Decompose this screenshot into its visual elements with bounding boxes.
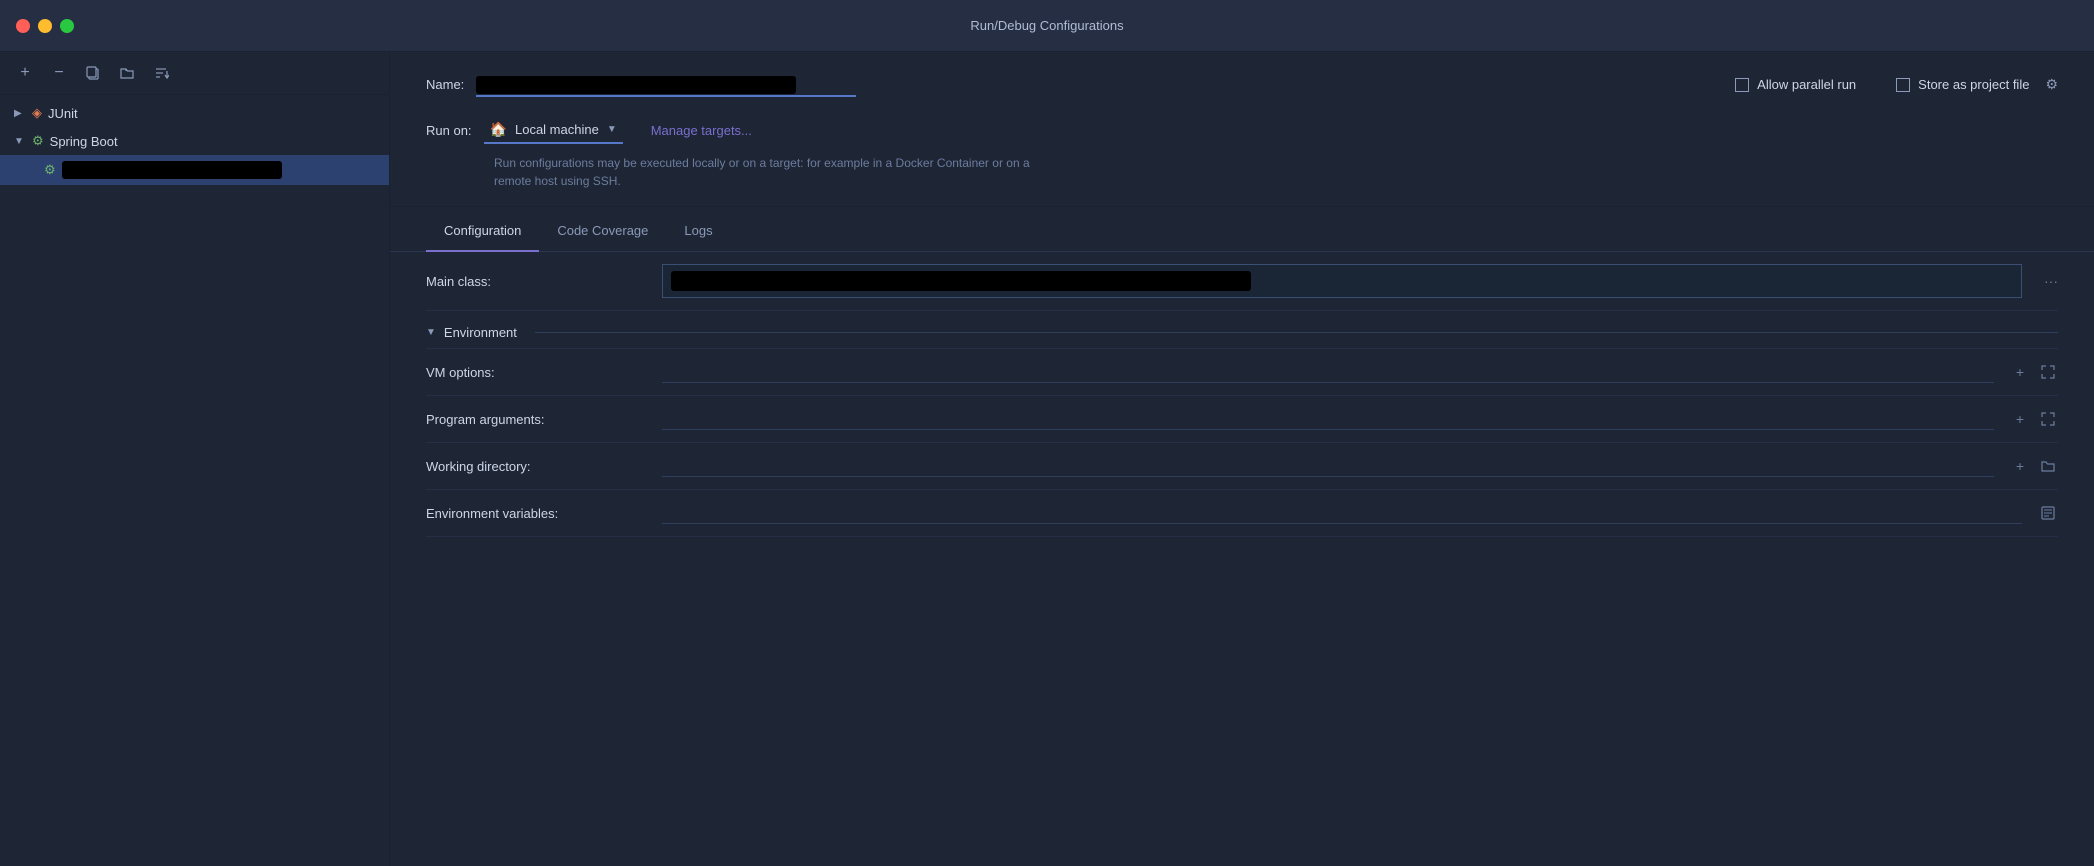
tree-label-springboot: Spring Boot [50, 134, 118, 149]
vm-options-label: VM options: [426, 365, 646, 380]
folder-browse-icon [2041, 459, 2055, 473]
tabs-bar: Configuration Code Coverage Logs [390, 211, 2094, 252]
run-on-hint: Run configurations may be executed local… [494, 154, 1054, 190]
working-dir-browse-button[interactable] [2038, 456, 2058, 476]
environment-section-header[interactable]: ▼ Environment [426, 311, 2058, 349]
house-icon: 🏠 [490, 121, 507, 138]
add-config-button[interactable]: + [14, 62, 36, 84]
name-redacted [476, 76, 796, 94]
name-right: Allow parallel run Store as project file… [1735, 76, 2058, 93]
program-args-expand-button[interactable] [2038, 409, 2058, 429]
env-vars-input[interactable] [662, 502, 2022, 524]
child-springboot-icon: ⚙ [44, 162, 56, 178]
run-on-left: Run on: 🏠 Local machine ▼ Manage targets… [426, 117, 752, 144]
environment-chevron-icon: ▼ [426, 327, 436, 338]
config-tree: ▶ ◈ JUnit ▼ ⚙ Spring Boot ⚙ [0, 95, 389, 866]
env-divider [535, 332, 2058, 333]
close-button[interactable] [16, 19, 30, 33]
main-container: + − [0, 52, 2094, 866]
store-as-project-checkbox[interactable] [1896, 78, 1910, 92]
run-on-dropdown[interactable]: 🏠 Local machine ▼ [484, 117, 623, 144]
springboot-icon: ⚙ [32, 133, 44, 149]
program-args-actions: + [2010, 409, 2058, 429]
junit-icon: ◈ [32, 105, 42, 121]
env-vars-actions [2038, 503, 2058, 523]
run-on-label: Run on: [426, 123, 472, 138]
store-as-project-checkbox-row[interactable]: Store as project file ⚙ [1896, 76, 2058, 93]
toolbar: + − [0, 52, 389, 95]
store-project-gear-icon[interactable]: ⚙ [2045, 76, 2058, 93]
program-args-label: Program arguments: [426, 412, 646, 427]
vm-options-input[interactable] [662, 361, 1994, 383]
allow-parallel-checkbox-row[interactable]: Allow parallel run [1735, 77, 1856, 92]
env-vars-row: Environment variables: [426, 490, 2058, 537]
working-dir-label: Working directory: [426, 459, 646, 474]
allow-parallel-checkbox[interactable] [1735, 78, 1749, 92]
config-content: Main class: ··· ▼ Environment VM options… [390, 252, 2094, 866]
tree-item-springboot-child[interactable]: ⚙ [0, 155, 389, 185]
sort-icon [153, 65, 169, 81]
run-on-row: Run on: 🏠 Local machine ▼ Manage targets… [426, 117, 2058, 144]
working-dir-input[interactable] [662, 455, 1994, 477]
tab-logs[interactable]: Logs [666, 211, 730, 252]
working-dir-actions: + [2010, 456, 2058, 476]
right-panel: Name: Allow parallel run Store as projec… [390, 52, 2094, 866]
vm-options-row: VM options: + [426, 349, 2058, 396]
title-bar: Run/Debug Configurations [0, 0, 2094, 52]
vm-options-add-button[interactable]: + [2010, 362, 2030, 382]
main-class-redacted [671, 271, 1251, 291]
store-as-project-label: Store as project file [1918, 77, 2029, 92]
sort-button[interactable] [150, 62, 172, 84]
expand-icon-2 [2041, 412, 2055, 426]
left-panel: + − [0, 52, 390, 866]
tree-item-junit[interactable]: ▶ ◈ JUnit [0, 99, 389, 127]
window-title: Run/Debug Configurations [970, 18, 1123, 33]
name-row: Name: Allow parallel run Store as projec… [426, 72, 2058, 97]
tree-item-springboot[interactable]: ▼ ⚙ Spring Boot [0, 127, 389, 155]
manage-targets-link[interactable]: Manage targets... [651, 123, 752, 138]
local-machine-label: Local machine [515, 122, 599, 137]
vm-options-actions: + [2010, 362, 2058, 382]
working-dir-add-button[interactable]: + [2010, 456, 2030, 476]
env-vars-label: Environment variables: [426, 506, 646, 521]
folder-icon [119, 65, 135, 81]
working-dir-row: Working directory: + [426, 443, 2058, 490]
edit-icon [2041, 506, 2055, 520]
minimize-button[interactable] [38, 19, 52, 33]
folder-button[interactable] [116, 62, 138, 84]
main-class-row: Main class: ··· [426, 252, 2058, 311]
remove-config-button[interactable]: − [48, 62, 70, 84]
vm-options-expand-button[interactable] [2038, 362, 2058, 382]
name-label: Name: [426, 77, 464, 92]
program-args-row: Program arguments: + [426, 396, 2058, 443]
environment-title: Environment [444, 325, 517, 340]
maximize-button[interactable] [60, 19, 74, 33]
tree-arrow-junit: ▶ [14, 108, 26, 119]
main-class-input[interactable] [662, 264, 2022, 298]
config-header: Name: Allow parallel run Store as projec… [390, 52, 2094, 207]
main-class-more-button[interactable]: ··· [2044, 273, 2058, 289]
tree-label-junit: JUnit [48, 106, 78, 121]
dropdown-arrow-icon: ▼ [607, 124, 617, 135]
copy-icon [85, 65, 101, 81]
name-left: Name: [426, 72, 1735, 97]
window-controls[interactable] [16, 19, 74, 33]
tree-arrow-springboot: ▼ [14, 136, 26, 147]
program-args-add-button[interactable]: + [2010, 409, 2030, 429]
main-class-label: Main class: [426, 274, 646, 289]
program-args-input[interactable] [662, 408, 1994, 430]
env-vars-edit-button[interactable] [2038, 503, 2058, 523]
allow-parallel-label: Allow parallel run [1757, 77, 1856, 92]
tab-configuration[interactable]: Configuration [426, 211, 539, 252]
expand-icon [2041, 365, 2055, 379]
child-redacted-label [62, 161, 282, 179]
copy-config-button[interactable] [82, 62, 104, 84]
tab-code-coverage[interactable]: Code Coverage [539, 211, 666, 252]
